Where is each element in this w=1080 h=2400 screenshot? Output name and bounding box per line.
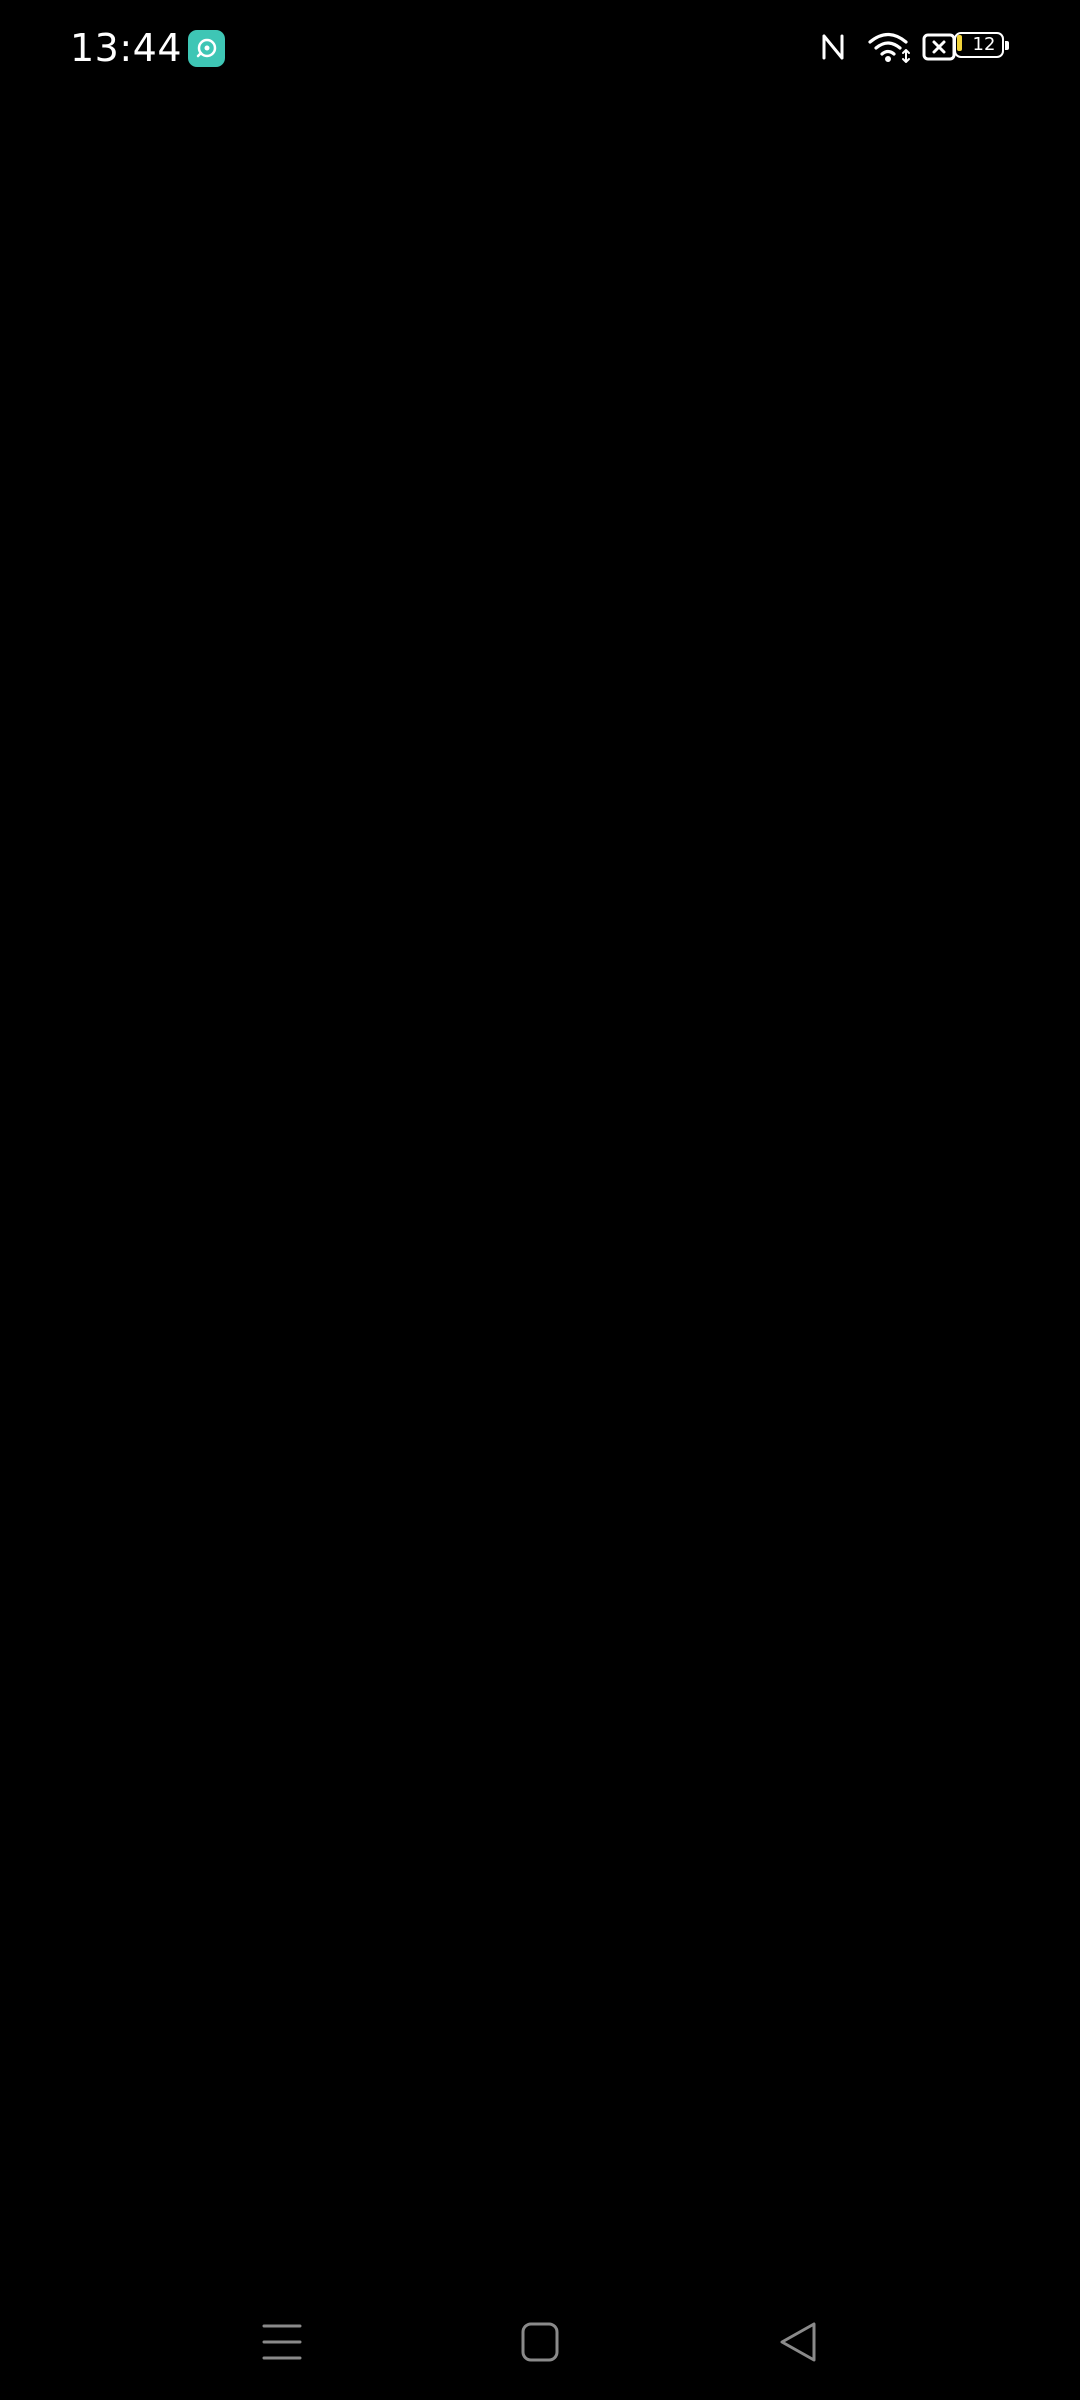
- sim-disabled-icon: [922, 32, 956, 66]
- navigation-bar: [0, 2276, 1080, 2400]
- status-clock: 13:44: [70, 26, 183, 70]
- menu-icon: [262, 2324, 302, 2360]
- back-button[interactable]: [758, 2302, 838, 2382]
- status-bar: 13:44 12: [0, 0, 1080, 96]
- app-content-blank: [0, 96, 1080, 2276]
- home-icon: [521, 2322, 559, 2362]
- phone-screen: 13:44 12: [0, 0, 1080, 2400]
- wifi-icon: [868, 30, 912, 68]
- battery-fill: [957, 35, 962, 51]
- battery-icon: 12: [954, 32, 1010, 62]
- battery-level: 12: [972, 34, 996, 55]
- back-icon: [780, 2322, 816, 2362]
- nfc-icon: [820, 30, 846, 68]
- recent-apps-button[interactable]: [242, 2302, 322, 2382]
- home-button[interactable]: [500, 2302, 580, 2382]
- app-notification-icon: [188, 30, 225, 67]
